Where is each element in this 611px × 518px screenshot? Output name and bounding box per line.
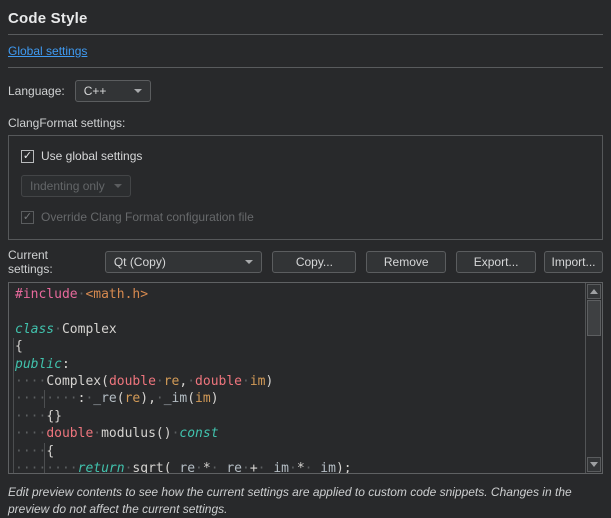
vertical-scrollbar[interactable] (585, 283, 602, 473)
code-line: public: (15, 356, 585, 373)
page-title: Code Style (8, 10, 603, 27)
code-preview-editor[interactable]: #include·<math.h> class·Complex{public:·… (8, 282, 603, 474)
copy-button[interactable]: Copy... (272, 251, 356, 273)
clangformat-mode-combo-value: Indenting only (30, 179, 105, 193)
check-icon: ✓ (23, 212, 32, 223)
indent-guide (13, 338, 14, 474)
scroll-down-button[interactable] (587, 457, 601, 472)
use-global-settings-label: Use global settings (41, 149, 142, 163)
code-line (15, 303, 585, 320)
code-line: ····{ (15, 443, 585, 460)
global-settings-link[interactable]: Global settings (8, 44, 87, 58)
clangformat-section-label: ClangFormat settings: (8, 116, 603, 130)
scrollbar-thumb[interactable] (587, 300, 601, 336)
scroll-up-icon (590, 289, 598, 294)
code-line: ····Complex(double·re,·double·im) (15, 373, 585, 390)
clangformat-mode-combo: Indenting only (21, 175, 131, 197)
scroll-up-button[interactable] (587, 284, 601, 299)
code-line: #include·<math.h> (15, 286, 585, 303)
current-settings-combo-value: Qt (Copy) (114, 255, 166, 269)
code-line: ····double·modulus()·const (15, 425, 585, 442)
language-combo[interactable]: C++ (75, 80, 151, 102)
language-row: Language: C++ (8, 80, 603, 102)
language-label: Language: (8, 84, 65, 98)
code-line: ····{} (15, 408, 585, 425)
import-button[interactable]: Import... (544, 251, 603, 273)
scroll-down-icon (590, 462, 598, 467)
code-line: ········return·sqrt(_re·*·_re·+·_im·*·_i… (15, 460, 585, 474)
indent-guide (44, 443, 45, 474)
code-line: ········:·_re(re),·_im(im) (15, 390, 585, 407)
current-settings-combo[interactable]: Qt (Copy) (105, 251, 263, 273)
footer-note: Edit preview contents to see how the cur… (8, 484, 603, 518)
export-button[interactable]: Export... (456, 251, 536, 273)
override-checkbox: ✓ (21, 211, 34, 224)
code-line: class·Complex (15, 321, 585, 338)
indent-guide (44, 390, 45, 407)
current-settings-label: Current settings: (8, 248, 96, 276)
chevron-down-icon (114, 184, 122, 188)
code-line: { (15, 338, 585, 355)
use-global-settings-checkbox[interactable]: ✓ (21, 150, 34, 163)
override-checkbox-label: Override Clang Format configuration file (41, 210, 254, 224)
clangformat-groupbox: ✓ Use global settings Indenting only ✓ O… (8, 135, 603, 240)
chevron-down-icon (245, 260, 253, 264)
link-divider (8, 67, 603, 68)
title-divider (8, 34, 603, 35)
current-settings-row: Current settings: Qt (Copy) Copy... Remo… (8, 248, 603, 276)
chevron-down-icon (134, 89, 142, 93)
use-global-settings-checkbox-row: ✓ Use global settings (21, 149, 590, 163)
remove-button[interactable]: Remove (366, 251, 446, 273)
override-checkbox-row: ✓ Override Clang Format configuration fi… (21, 210, 590, 224)
code-editor-content[interactable]: #include·<math.h> class·Complex{public:·… (9, 283, 585, 473)
language-combo-value: C++ (84, 84, 107, 98)
check-icon: ✓ (23, 151, 32, 162)
